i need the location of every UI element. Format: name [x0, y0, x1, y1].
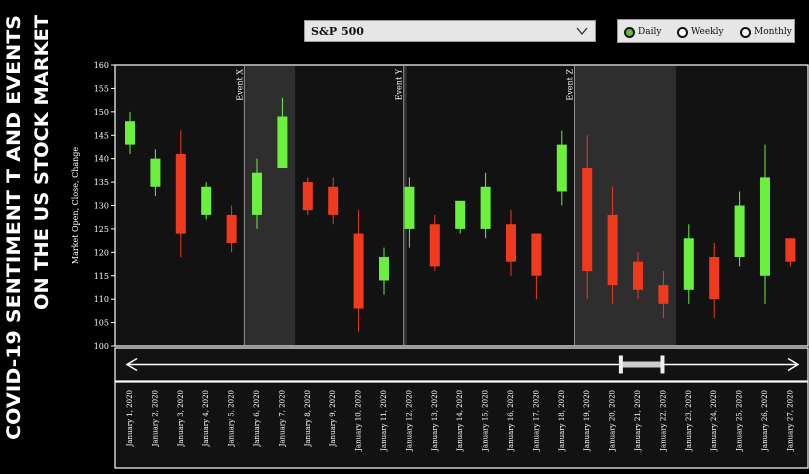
- candle-body: [226, 214, 237, 243]
- x-tick-label: January 14, 2020: [456, 390, 464, 452]
- candle-body: [734, 205, 745, 258]
- period-radio-group: Daily Weekly Monthly: [617, 19, 795, 43]
- event-shade: [244, 66, 296, 345]
- x-tick-label: January 26, 2020: [761, 390, 769, 452]
- candle-body: [328, 186, 339, 215]
- x-tick-label: January 27, 2020: [786, 390, 794, 452]
- event-label: Event X: [235, 69, 244, 101]
- index-select[interactable]: S&P 500: [304, 20, 596, 42]
- candle-body: [556, 144, 567, 192]
- x-tick-label: January 22, 2020: [659, 390, 667, 452]
- y-tick-label: 130: [94, 202, 109, 211]
- radio-weekly[interactable]: Weekly: [677, 25, 724, 39]
- range-handle-left[interactable]: [618, 355, 623, 374]
- page-title-line-2: ON THE US STOCK MARKET: [31, 15, 53, 310]
- candle-body: [480, 186, 491, 229]
- chevron-down-icon: [576, 27, 588, 36]
- candle-body: [582, 168, 593, 272]
- chart-area: Event X Event Y Event Z 100 105 110 115 120 125 1…: [68, 60, 809, 474]
- y-tick-label: 115: [94, 272, 109, 281]
- page-title-line-1: COVID-19 SENTIMENT T AND EVENTS: [3, 15, 25, 440]
- x-tick-label: January 7, 2020: [278, 390, 286, 447]
- x-tick-label: January 4, 2020: [202, 390, 210, 447]
- candle-body: [683, 238, 694, 290]
- candle-body: [455, 200, 466, 229]
- y-tick-label: 120: [94, 248, 109, 257]
- candle: [455, 200, 466, 234]
- x-tick-label: January 19, 2020: [583, 390, 591, 452]
- x-tick-label: January 11, 2020: [380, 390, 388, 452]
- y-tick-label: 160: [94, 61, 109, 70]
- candle-body: [125, 121, 135, 145]
- y-tick-label: 125: [94, 225, 109, 234]
- candle-body: [506, 224, 516, 262]
- candle-body: [201, 186, 212, 215]
- radio-dot-icon: [677, 26, 688, 38]
- candle-body: [302, 182, 313, 211]
- candle-body: [607, 214, 618, 286]
- y-tick-label: 150: [94, 108, 109, 117]
- x-tick-label: January 1, 2020: [126, 390, 134, 447]
- x-tick-label: January 5, 2020: [228, 390, 236, 447]
- radio-monthly-label: Monthly: [754, 27, 792, 37]
- range-window[interactable]: [620, 361, 663, 368]
- candle-body: [277, 116, 288, 169]
- y-tick-label: 135: [94, 178, 109, 187]
- event-label: Event Z: [566, 69, 575, 101]
- radio-monthly[interactable]: Monthly: [740, 25, 792, 39]
- candle-body: [379, 257, 389, 281]
- page-title: COVID-19 SENTIMENT T AND EVENTS ON THE U…: [0, 0, 60, 472]
- x-tick-label: January 18, 2020: [558, 390, 566, 452]
- candle-body: [709, 257, 720, 300]
- x-tick-label: January 15, 2020: [482, 390, 490, 452]
- index-select-value: S&P 500: [311, 25, 364, 38]
- x-tick-label: January 23, 2020: [685, 390, 693, 452]
- candle-body: [252, 172, 262, 215]
- x-tick-label: January 24, 2020: [710, 390, 718, 452]
- candlestick-chart: Event X Event Y Event Z 100 105 110 115 120 125 1…: [71, 61, 809, 469]
- candle-body: [429, 224, 440, 267]
- candle-body: [404, 186, 415, 229]
- candle-body: [785, 238, 796, 262]
- radio-daily-label: Daily: [638, 27, 662, 37]
- candle-body: [353, 233, 364, 309]
- candle-body: [633, 261, 643, 290]
- candle-body: [175, 153, 186, 234]
- x-tick-label: January 2, 2020: [151, 390, 159, 447]
- x-tick-label: January 12, 2020: [405, 390, 413, 452]
- x-tick-label: January 3, 2020: [177, 390, 185, 447]
- y-tick-label: 140: [94, 155, 109, 164]
- x-tick-label: January 21, 2020: [634, 390, 642, 452]
- y-tick-label: 105: [94, 319, 109, 328]
- x-tick-label: January 20, 2020: [609, 390, 617, 452]
- x-tick-label: January 8, 2020: [304, 390, 312, 447]
- y-tick-label: 110: [94, 295, 109, 304]
- radio-dot-icon: [624, 26, 635, 38]
- range-handle-right[interactable]: [660, 355, 665, 374]
- candle-body: [760, 177, 770, 276]
- y-axis-title: Market Open, Close, Change: [71, 147, 80, 265]
- candle-body: [150, 158, 161, 187]
- x-tick-label: January 13, 2020: [431, 390, 439, 452]
- candle-body: [658, 285, 669, 304]
- x-tick-label: January 6, 2020: [253, 390, 261, 447]
- event-label: Event Y: [395, 68, 404, 100]
- radio-weekly-label: Weekly: [691, 27, 724, 37]
- x-tick-label: January 25, 2020: [736, 390, 744, 452]
- x-tick-label: January 17, 2020: [532, 390, 540, 452]
- x-tick-label: January 10, 2020: [355, 390, 363, 452]
- radio-daily[interactable]: Daily: [624, 25, 661, 39]
- y-tick-label: 145: [94, 131, 109, 140]
- y-tick-label: 100: [94, 342, 109, 351]
- radio-dot-icon: [740, 26, 751, 38]
- x-tick-label: January 16, 2020: [507, 390, 515, 452]
- candle-body: [531, 233, 542, 276]
- candle: [201, 182, 212, 220]
- y-tick-label: 155: [94, 84, 109, 93]
- x-tick-label: January 9, 2020: [329, 390, 337, 447]
- candle: [302, 177, 313, 215]
